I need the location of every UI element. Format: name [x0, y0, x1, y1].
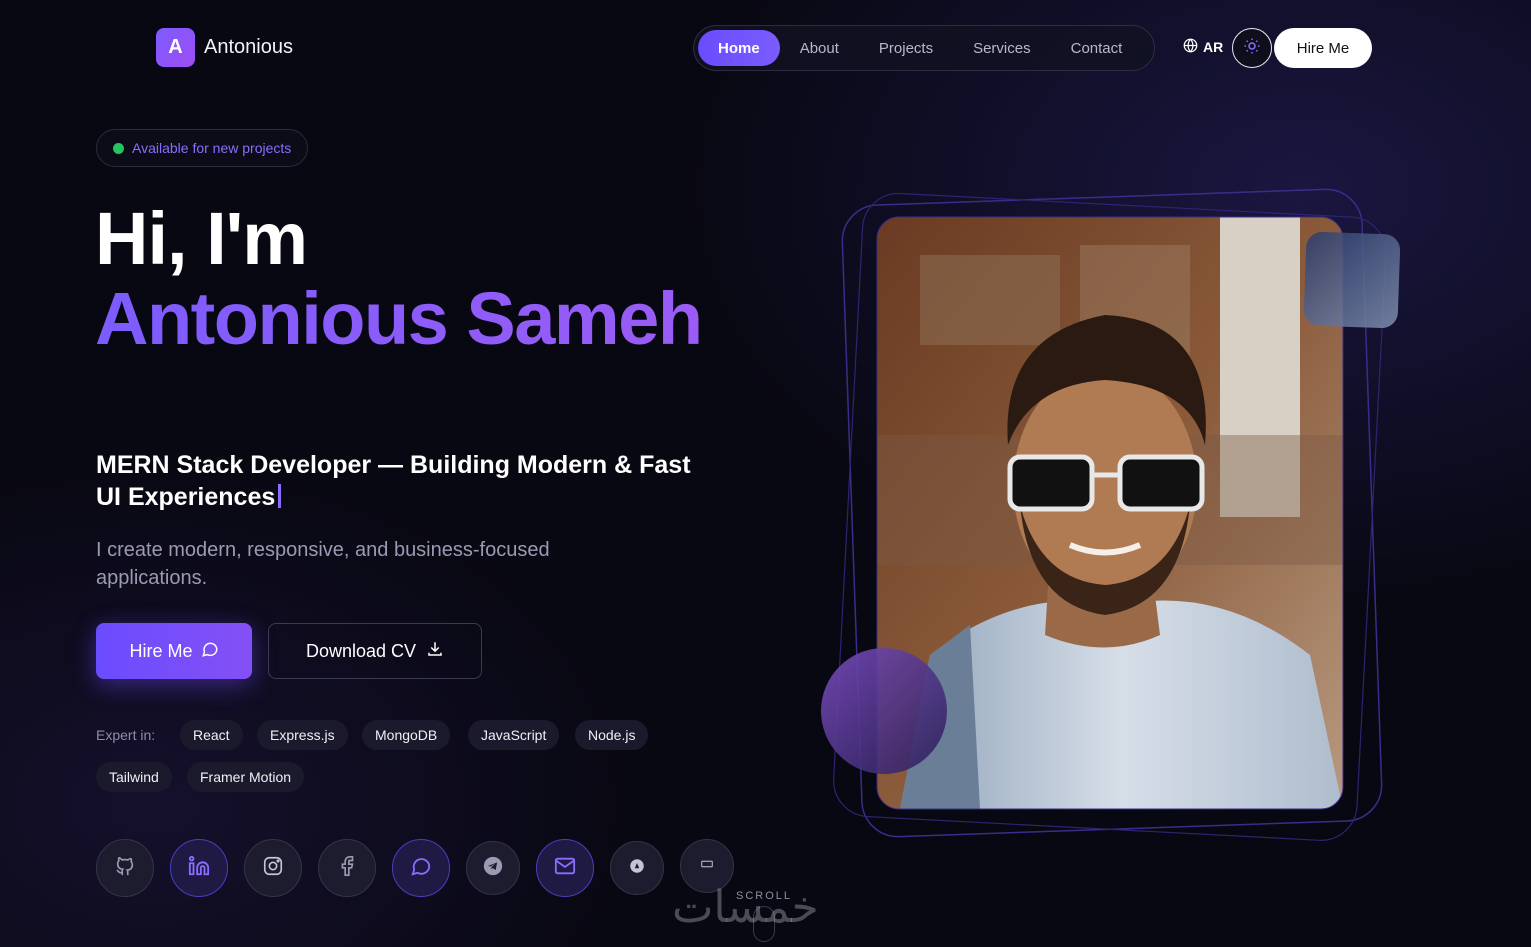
typing-cursor [278, 484, 282, 508]
expert-label: Expert in: [96, 727, 156, 743]
instagram-link[interactable] [244, 839, 302, 897]
download-icon [426, 640, 444, 663]
nav-home[interactable]: Home [698, 30, 780, 66]
watermark-logo: خمسات [672, 882, 819, 933]
hero-greeting: Hi, I'm [95, 197, 308, 280]
skill-tag: JavaScript [468, 720, 560, 750]
khamsat-link[interactable] [610, 841, 664, 895]
main-nav: Home About Projects Services Contact [693, 25, 1155, 71]
facebook-link[interactable] [318, 839, 376, 897]
brand-logo: A [156, 28, 195, 67]
github-link[interactable] [96, 839, 154, 897]
tagline-text: MERN Stack Developer — Building Modern &… [96, 451, 691, 511]
skill-tag: React [180, 720, 243, 750]
nav-projects[interactable]: Projects [859, 30, 953, 66]
sun-icon [1243, 37, 1261, 60]
facebook-icon [336, 855, 358, 882]
hero-tagline: MERN Stack Developer — Building Modern &… [96, 449, 716, 513]
availability-badge: Available for new projects [96, 129, 309, 167]
mail-icon [554, 855, 576, 882]
khamsat-icon [628, 857, 646, 880]
email-link[interactable] [536, 839, 594, 897]
linkedin-icon [188, 855, 210, 882]
whatsapp-icon [410, 855, 432, 882]
theme-toggle-button[interactable] [1232, 28, 1272, 68]
brand-logo-link[interactable]: A Antonious [156, 28, 293, 67]
decorative-orb [821, 648, 947, 774]
linkedin-link[interactable] [170, 839, 228, 897]
skill-tag: Framer Motion [187, 762, 305, 792]
mostaql-icon [699, 856, 715, 877]
brand-name: Antonious [204, 36, 293, 58]
hero-hire-button[interactable]: Hire Me [96, 623, 252, 679]
skill-tag: Express.js [257, 720, 348, 750]
nav-about[interactable]: About [780, 30, 859, 66]
whatsapp-link[interactable] [392, 839, 450, 897]
instagram-icon [262, 855, 284, 882]
skill-tag: MongoDB [362, 720, 451, 750]
hire-button-label: Hire Me [129, 640, 193, 661]
cv-button-label: Download CV [305, 640, 417, 661]
status-dot [113, 142, 124, 154]
hero-name: Antonious Sameh [95, 277, 703, 360]
language-label: AR [1203, 39, 1224, 55]
profile-photo-frame [820, 185, 1410, 845]
download-cv-button[interactable]: Download CV [268, 623, 482, 679]
skill-tag: Node.js [575, 720, 649, 750]
github-icon [114, 855, 136, 882]
globe-icon [1183, 38, 1198, 56]
language-toggle[interactable]: AR [1183, 38, 1223, 56]
availability-text: Available for new projects [132, 140, 292, 156]
hero-description: I create modern, responsive, and busines… [96, 539, 550, 589]
skill-tag: Tailwind [96, 762, 172, 792]
telegram-link[interactable] [466, 841, 520, 895]
nav-services[interactable]: Services [953, 30, 1051, 66]
profile-photo [877, 217, 1343, 809]
telegram-icon [482, 855, 504, 882]
nav-contact[interactable]: Contact [1051, 30, 1143, 66]
chat-bubble-icon [201, 640, 219, 663]
header-hire-button[interactable]: Hire Me [1274, 28, 1372, 68]
decorative-square [1303, 231, 1401, 329]
